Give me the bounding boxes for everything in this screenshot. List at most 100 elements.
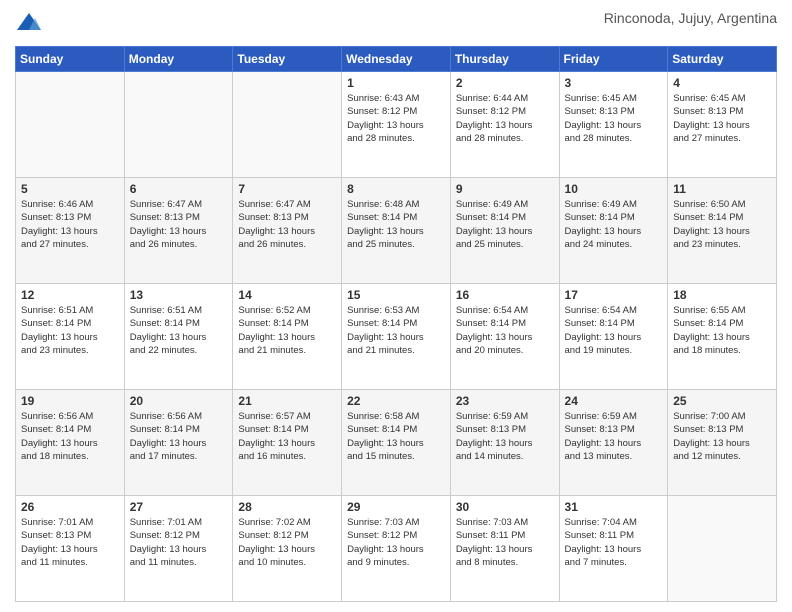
calendar-cell: 1 Sunrise: 6:43 AM Sunset: 8:12 PM Daylig…	[342, 72, 451, 178]
day-number: 9	[456, 182, 554, 196]
day-number: 3	[565, 76, 663, 90]
header-day-friday: Friday	[559, 47, 668, 72]
day-info: Sunrise: 7:01 AM Sunset: 8:12 PM Dayligh…	[130, 516, 228, 569]
calendar-cell: 20Sunrise: 6:56 AM Sunset: 8:14 PM Dayli…	[124, 390, 233, 496]
calendar-cell: 19Sunrise: 6:56 AM Sunset: 8:14 PM Dayli…	[16, 390, 125, 496]
day-info: Sunrise: 6:58 AM Sunset: 8:14 PM Dayligh…	[347, 410, 445, 463]
calendar-cell: 26 Sunrise: 7:01 AM Sunset: 8:13 PM Dayli…	[16, 496, 125, 602]
day-info: Sunrise: 6:52 AM Sunset: 8:14 PM Dayligh…	[238, 304, 336, 357]
day-number: 16	[456, 288, 554, 302]
calendar-cell: 8 Sunrise: 6:48 AM Sunset: 8:14 PM Daylig…	[342, 178, 451, 284]
day-info: Sunrise: 7:02 AM Sunset: 8:12 PM Dayligh…	[238, 516, 336, 569]
calendar-cell: 27 Sunrise: 7:01 AM Sunset: 8:12 PM Dayli…	[124, 496, 233, 602]
day-number: 4	[673, 76, 771, 90]
day-number: 27	[130, 500, 228, 514]
header-day-saturday: Saturday	[668, 47, 777, 72]
calendar-cell: 23 Sunrise: 6:59 AM Sunset: 8:13 PM Dayli…	[450, 390, 559, 496]
calendar-header: SundayMondayTuesdayWednesdayThursdayFrid…	[16, 47, 777, 72]
day-info: Sunrise: 6:47 AM Sunset: 8:13 PM Dayligh…	[238, 198, 336, 251]
calendar-cell: 11 Sunrise: 6:50 AM Sunset: 8:14 PM Dayli…	[668, 178, 777, 284]
day-number: 6	[130, 182, 228, 196]
day-info: Sunrise: 6:59 AM Sunset: 8:13 PM Dayligh…	[456, 410, 554, 463]
day-info: Sunrise: 6:43 AM Sunset: 8:12 PM Dayligh…	[347, 92, 445, 145]
day-number: 15	[347, 288, 445, 302]
day-info: Sunrise: 7:04 AM Sunset: 8:11 PM Dayligh…	[565, 516, 663, 569]
page: Rinconoda, Jujuy, Argentina SundayMonday…	[0, 0, 792, 612]
day-info: Sunrise: 6:48 AM Sunset: 8:14 PM Dayligh…	[347, 198, 445, 251]
title-block: Rinconoda, Jujuy, Argentina	[604, 10, 777, 26]
day-number: 29	[347, 500, 445, 514]
calendar-cell: 24 Sunrise: 6:59 AM Sunset: 8:13 PM Dayli…	[559, 390, 668, 496]
week-row-1: 5Sunrise: 6:46 AM Sunset: 8:13 PM Daylig…	[16, 178, 777, 284]
calendar-cell	[233, 72, 342, 178]
calendar-cell	[668, 496, 777, 602]
day-number: 26	[21, 500, 119, 514]
day-number: 24	[565, 394, 663, 408]
calendar-cell: 12Sunrise: 6:51 AM Sunset: 8:14 PM Dayli…	[16, 284, 125, 390]
calendar-cell: 15 Sunrise: 6:53 AM Sunset: 8:14 PM Dayli…	[342, 284, 451, 390]
header-day-monday: Monday	[124, 47, 233, 72]
calendar-cell: 13Sunrise: 6:51 AM Sunset: 8:14 PM Dayli…	[124, 284, 233, 390]
calendar-cell: 5Sunrise: 6:46 AM Sunset: 8:13 PM Daylig…	[16, 178, 125, 284]
header-day-sunday: Sunday	[16, 47, 125, 72]
calendar-table: SundayMondayTuesdayWednesdayThursdayFrid…	[15, 46, 777, 602]
day-info: Sunrise: 6:50 AM Sunset: 8:14 PM Dayligh…	[673, 198, 771, 251]
day-info: Sunrise: 6:59 AM Sunset: 8:13 PM Dayligh…	[565, 410, 663, 463]
day-info: Sunrise: 6:55 AM Sunset: 8:14 PM Dayligh…	[673, 304, 771, 357]
week-row-2: 12Sunrise: 6:51 AM Sunset: 8:14 PM Dayli…	[16, 284, 777, 390]
day-info: Sunrise: 7:03 AM Sunset: 8:11 PM Dayligh…	[456, 516, 554, 569]
day-number: 7	[238, 182, 336, 196]
calendar-cell: 30 Sunrise: 7:03 AM Sunset: 8:11 PM Dayli…	[450, 496, 559, 602]
day-number: 8	[347, 182, 445, 196]
day-number: 22	[347, 394, 445, 408]
day-number: 5	[21, 182, 119, 196]
calendar-cell: 28 Sunrise: 7:02 AM Sunset: 8:12 PM Dayli…	[233, 496, 342, 602]
week-row-0: 1 Sunrise: 6:43 AM Sunset: 8:12 PM Daylig…	[16, 72, 777, 178]
calendar-cell: 14 Sunrise: 6:52 AM Sunset: 8:14 PM Dayli…	[233, 284, 342, 390]
day-number: 30	[456, 500, 554, 514]
day-info: Sunrise: 6:49 AM Sunset: 8:14 PM Dayligh…	[565, 198, 663, 251]
day-info: Sunrise: 6:51 AM Sunset: 8:14 PM Dayligh…	[21, 304, 119, 357]
day-info: Sunrise: 7:00 AM Sunset: 8:13 PM Dayligh…	[673, 410, 771, 463]
day-info: Sunrise: 6:54 AM Sunset: 8:14 PM Dayligh…	[565, 304, 663, 357]
calendar-cell: 6Sunrise: 6:47 AM Sunset: 8:13 PM Daylig…	[124, 178, 233, 284]
day-info: Sunrise: 6:49 AM Sunset: 8:14 PM Dayligh…	[456, 198, 554, 251]
calendar-cell: 25 Sunrise: 7:00 AM Sunset: 8:13 PM Dayli…	[668, 390, 777, 496]
day-number: 11	[673, 182, 771, 196]
header-row: SundayMondayTuesdayWednesdayThursdayFrid…	[16, 47, 777, 72]
week-row-4: 26 Sunrise: 7:01 AM Sunset: 8:13 PM Dayli…	[16, 496, 777, 602]
day-info: Sunrise: 6:56 AM Sunset: 8:14 PM Dayligh…	[130, 410, 228, 463]
calendar-cell: 17 Sunrise: 6:54 AM Sunset: 8:14 PM Dayli…	[559, 284, 668, 390]
calendar-cell: 16 Sunrise: 6:54 AM Sunset: 8:14 PM Dayli…	[450, 284, 559, 390]
calendar-cell: 29 Sunrise: 7:03 AM Sunset: 8:12 PM Dayli…	[342, 496, 451, 602]
logo-icon	[15, 10, 43, 38]
day-number: 19	[21, 394, 119, 408]
title-location: Rinconoda, Jujuy, Argentina	[604, 10, 777, 26]
day-number: 28	[238, 500, 336, 514]
day-number: 18	[673, 288, 771, 302]
day-number: 25	[673, 394, 771, 408]
day-number: 1	[347, 76, 445, 90]
day-number: 21	[238, 394, 336, 408]
day-number: 17	[565, 288, 663, 302]
calendar-cell	[16, 72, 125, 178]
calendar-body: 1 Sunrise: 6:43 AM Sunset: 8:12 PM Daylig…	[16, 72, 777, 602]
day-info: Sunrise: 7:03 AM Sunset: 8:12 PM Dayligh…	[347, 516, 445, 569]
day-number: 23	[456, 394, 554, 408]
calendar-cell: 10Sunrise: 6:49 AM Sunset: 8:14 PM Dayli…	[559, 178, 668, 284]
calendar-cell: 22 Sunrise: 6:58 AM Sunset: 8:14 PM Dayli…	[342, 390, 451, 496]
week-row-3: 19 Sunrise: 6:56 AM Sunset: 8:14 PM Dayli…	[16, 390, 777, 496]
day-info: Sunrise: 7:01 AM Sunset: 8:13 PM Dayligh…	[21, 516, 119, 569]
day-info: Sunrise: 6:45 AM Sunset: 8:13 PM Dayligh…	[565, 92, 663, 145]
header-day-thursday: Thursday	[450, 47, 559, 72]
calendar-cell: 7 Sunrise: 6:47 AM Sunset: 8:13 PM Daylig…	[233, 178, 342, 284]
day-info: Sunrise: 6:54 AM Sunset: 8:14 PM Dayligh…	[456, 304, 554, 357]
calendar-cell: 21Sunrise: 6:57 AM Sunset: 8:14 PM Dayli…	[233, 390, 342, 496]
day-number: 31	[565, 500, 663, 514]
calendar-cell: 9 Sunrise: 6:49 AM Sunset: 8:14 PM Daylig…	[450, 178, 559, 284]
calendar-cell: 31 Sunrise: 7:04 AM Sunset: 8:11 PM Dayli…	[559, 496, 668, 602]
day-info: Sunrise: 6:45 AM Sunset: 8:13 PM Dayligh…	[673, 92, 771, 145]
day-number: 14	[238, 288, 336, 302]
calendar-cell: 3 Sunrise: 6:45 AM Sunset: 8:13 PM Daylig…	[559, 72, 668, 178]
day-info: Sunrise: 6:53 AM Sunset: 8:14 PM Dayligh…	[347, 304, 445, 357]
